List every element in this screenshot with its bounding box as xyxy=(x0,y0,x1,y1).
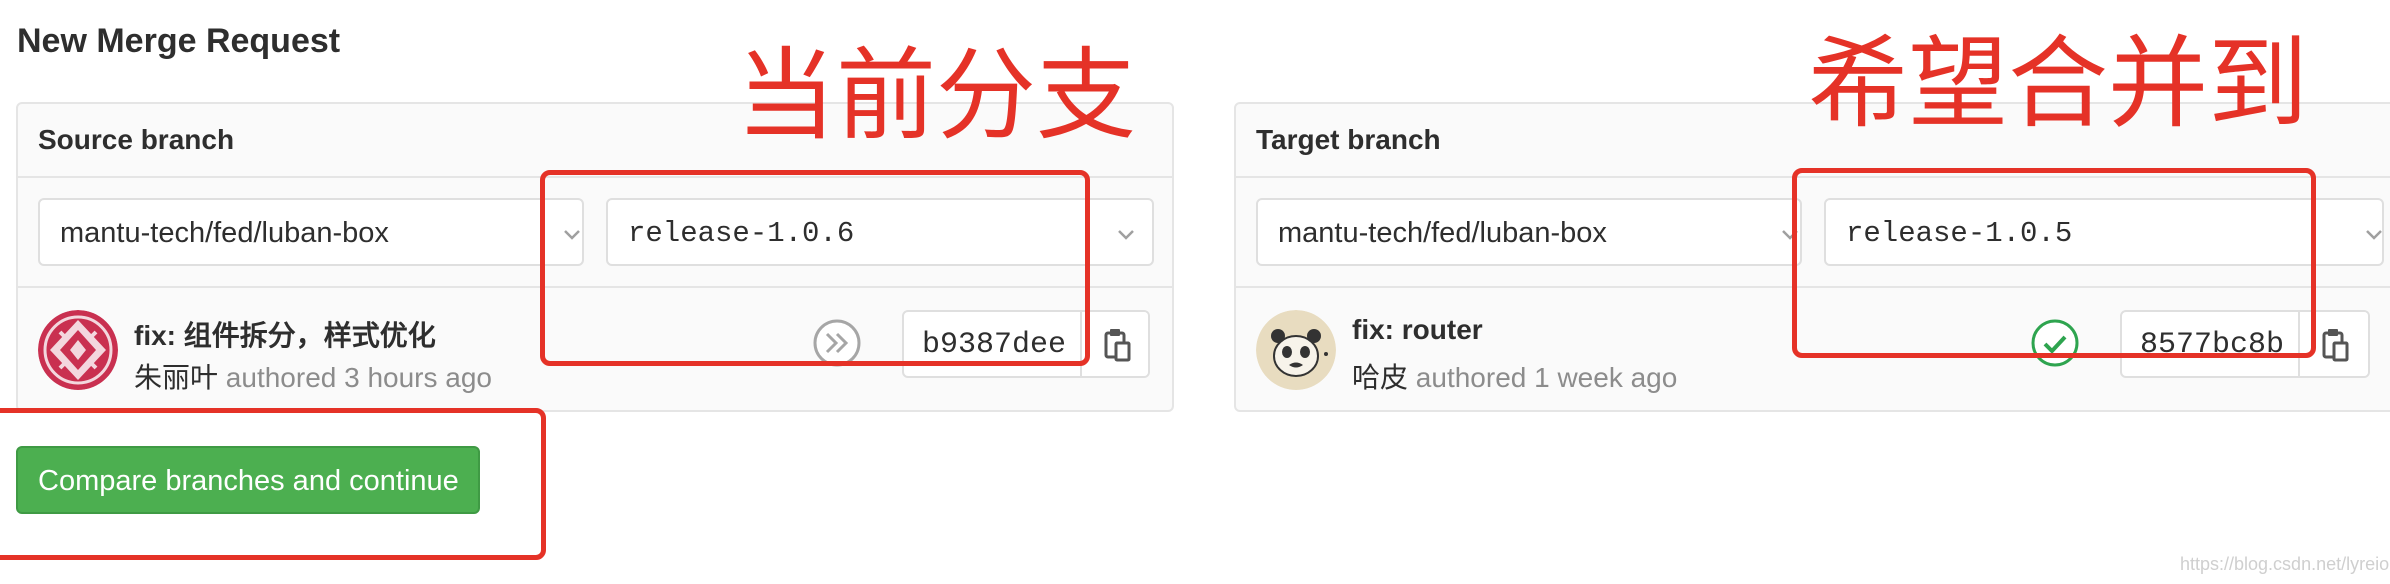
avatar[interactable] xyxy=(38,310,118,390)
source-branch-label: Source branch xyxy=(38,124,235,155)
target-commit-title[interactable]: fix: router xyxy=(1352,314,1483,346)
chevron-down-icon xyxy=(1118,230,1134,240)
watermark: https://blog.csdn.net/lyreion xyxy=(2180,554,2390,574)
annotation-current-branch: 当前分支 xyxy=(736,37,1136,154)
page-title: New Merge Request xyxy=(17,22,341,60)
copy-sha-button[interactable] xyxy=(1082,312,1148,376)
source-project-value: mantu-tech/fed/luban-box xyxy=(60,217,389,249)
source-project-dropdown[interactable]: mantu-tech/fed/luban-box xyxy=(38,198,584,266)
target-project-value: mantu-tech/fed/luban-box xyxy=(1278,217,1607,249)
source-commit-title[interactable]: fix: 组件拆分，样式优化 xyxy=(134,314,436,354)
annotation-box-compare-button xyxy=(0,408,546,560)
annotation-box-source-branch xyxy=(540,170,1090,366)
annotation-target-branch: 希望合并到 xyxy=(1808,25,2308,142)
source-commit-author[interactable]: 朱丽叶 xyxy=(134,362,218,393)
source-commit-meta: 朱丽叶 authored 3 hours ago xyxy=(134,356,492,396)
source-commit-time: authored 3 hours ago xyxy=(218,362,492,393)
target-branch-label: Target branch xyxy=(1256,124,1441,155)
target-project-dropdown[interactable]: mantu-tech/fed/luban-box xyxy=(1256,198,1802,266)
target-commit-meta: 哈皮 authored 1 week ago xyxy=(1352,356,1677,396)
annotation-box-target-branch xyxy=(1792,168,2316,358)
clipboard-icon xyxy=(2322,329,2349,362)
clipboard-icon xyxy=(1104,329,1131,362)
avatar[interactable] xyxy=(1256,310,1336,390)
target-commit-author[interactable]: 哈皮 xyxy=(1352,362,1408,393)
target-commit-time: authored 1 week ago xyxy=(1408,362,1678,393)
chevron-down-icon xyxy=(2366,230,2382,240)
